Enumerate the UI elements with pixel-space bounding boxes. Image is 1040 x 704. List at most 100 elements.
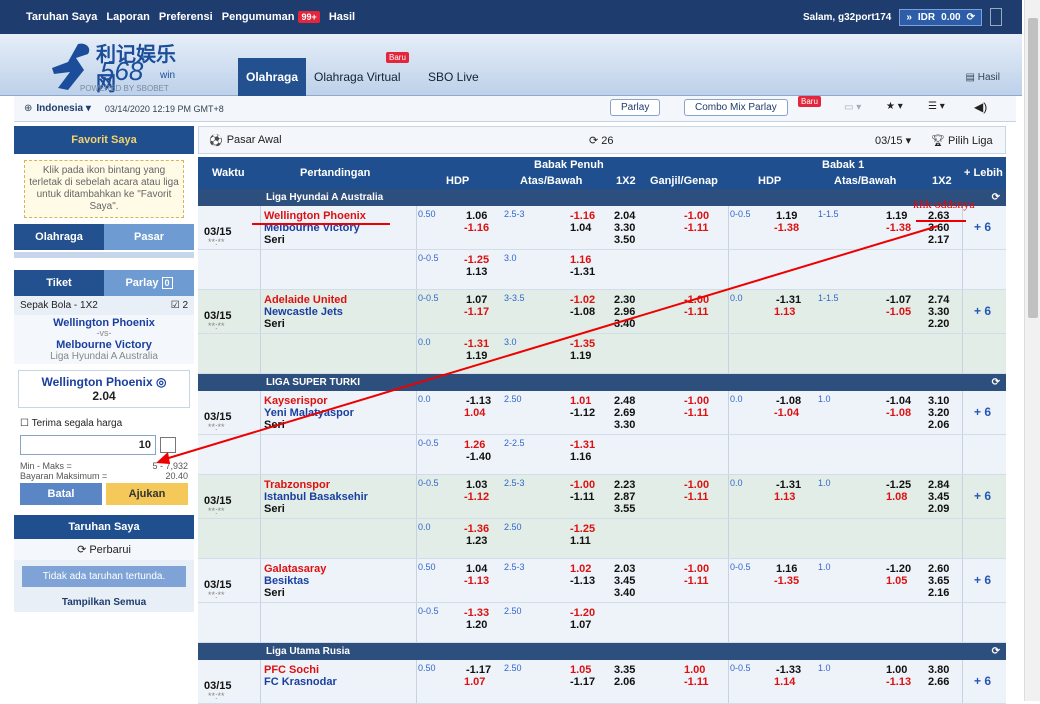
- h1-1x2-home[interactable]: 2.60: [928, 563, 949, 575]
- layout-menu-icon[interactable]: ☰ ▾: [928, 101, 945, 112]
- scroll-thumb[interactable]: [1028, 18, 1038, 318]
- h1-under[interactable]: -1.13: [886, 676, 911, 688]
- alt-under[interactable]: 1.19: [570, 350, 591, 362]
- h1-1x2-away[interactable]: 3.60: [928, 222, 949, 234]
- h1-hdp-away[interactable]: 1.13: [774, 306, 795, 318]
- 1x2-draw[interactable]: 3.40: [614, 587, 635, 599]
- match-count[interactable]: ⟳ 26: [589, 134, 614, 147]
- nav-taruhan-saya[interactable]: Taruhan Saya: [26, 11, 97, 23]
- odd-goals[interactable]: -1.00: [684, 563, 709, 575]
- h1-over[interactable]: -1.07: [886, 294, 911, 306]
- ajukan-button[interactable]: Ajukan: [106, 483, 188, 506]
- odd-goals[interactable]: -1.00: [684, 479, 709, 491]
- alt-under[interactable]: 1.16: [570, 451, 591, 463]
- h1-hdp-away[interactable]: -1.38: [774, 222, 799, 234]
- alt-hdp-away[interactable]: 1.19: [466, 350, 487, 362]
- nav-laporan[interactable]: Laporan: [106, 11, 149, 23]
- alt-hdp-away[interactable]: -1.40: [466, 451, 491, 463]
- sound-icon[interactable]: ◀): [974, 100, 987, 114]
- 1x2-home[interactable]: 2.30: [614, 294, 635, 306]
- alt-over[interactable]: 1.16: [570, 254, 591, 266]
- over-odds[interactable]: -1.16: [570, 210, 595, 222]
- h1-1x2-away[interactable]: 3.65: [928, 575, 949, 587]
- h1-1x2-home[interactable]: 2.63: [928, 210, 949, 222]
- tab-parlay[interactable]: Parlay 0: [104, 270, 194, 296]
- h1-under[interactable]: 1.08: [886, 491, 907, 503]
- h1-1x2-draw[interactable]: 2.17: [928, 234, 949, 246]
- 1x2-away[interactable]: 3.45: [614, 575, 635, 587]
- h1-under[interactable]: -1.08: [886, 407, 911, 419]
- h1-1x2-draw[interactable]: 2.20: [928, 318, 949, 330]
- logo[interactable]: 利记娱乐网 568 win POWERED BY SBOBET: [48, 38, 188, 96]
- over-odds[interactable]: 1.01: [570, 395, 591, 407]
- favorite-star-icon[interactable]: ★ ▾: [886, 101, 903, 112]
- 1x2-home[interactable]: 3.35: [614, 664, 635, 676]
- alt-hdp-home[interactable]: -1.36: [464, 523, 489, 535]
- tab-olahraga[interactable]: Olahraga: [238, 58, 307, 96]
- h1-hdp-away[interactable]: 1.14: [774, 676, 795, 688]
- h1-1x2-home[interactable]: 3.80: [928, 664, 949, 676]
- over-odds[interactable]: 1.05: [570, 664, 591, 676]
- h1-hdp-away[interactable]: -1.35: [774, 575, 799, 587]
- h1-1x2-draw[interactable]: 2.16: [928, 587, 949, 599]
- alt-under[interactable]: 1.07: [570, 619, 591, 631]
- tab-left-olahraga[interactable]: Olahraga: [14, 224, 104, 250]
- under-odds[interactable]: -1.12: [570, 407, 595, 419]
- h1-hdp-home[interactable]: -1.31: [776, 479, 801, 491]
- tab-sbo-live[interactable]: SBO Live: [420, 58, 487, 96]
- h1-over[interactable]: 1.19: [886, 210, 907, 222]
- 1x2-draw[interactable]: 3.30: [614, 419, 635, 431]
- 1x2-away[interactable]: 2.87: [614, 491, 635, 503]
- h1-1x2-away[interactable]: 3.30: [928, 306, 949, 318]
- stake-input[interactable]: 10: [20, 435, 156, 456]
- even-goals[interactable]: -1.11: [684, 575, 708, 587]
- 1x2-draw[interactable]: 3.40: [614, 318, 635, 330]
- hdp-home-odds[interactable]: -1.17: [466, 664, 491, 676]
- 1x2-draw[interactable]: 3.55: [614, 503, 635, 515]
- odd-goals[interactable]: 1.00: [684, 664, 705, 676]
- alt-over[interactable]: -1.20: [570, 607, 595, 619]
- tab-tiket[interactable]: Tiket: [14, 270, 104, 296]
- under-odds[interactable]: 1.04: [570, 222, 591, 234]
- under-odds[interactable]: -1.08: [570, 306, 595, 318]
- h1-under[interactable]: 1.05: [886, 575, 907, 587]
- user-menu-box[interactable]: [990, 8, 1002, 26]
- combo-mix-parlay-button[interactable]: Combo Mix Parlay: [684, 99, 788, 116]
- over-odds[interactable]: -1.02: [570, 294, 595, 306]
- h1-under[interactable]: -1.05: [886, 306, 911, 318]
- even-goals[interactable]: -1.11: [684, 676, 708, 688]
- h1-1x2-away[interactable]: 2.66: [928, 676, 949, 688]
- market-name[interactable]: Pasar Awal: [227, 134, 282, 146]
- 1x2-home[interactable]: 2.48: [614, 395, 635, 407]
- h1-over[interactable]: -1.04: [886, 395, 911, 407]
- hdp-home-odds[interactable]: 1.03: [466, 479, 487, 491]
- scrollbar[interactable]: [1024, 0, 1040, 701]
- h1-under[interactable]: -1.38: [886, 222, 911, 234]
- h1-1x2-draw[interactable]: 2.09: [928, 503, 949, 515]
- hdp-home-odds[interactable]: -1.13: [466, 395, 491, 407]
- under-odds[interactable]: -1.17: [570, 676, 595, 688]
- nav-pengumuman[interactable]: Pengumuman: [222, 11, 295, 23]
- h1-hdp-away[interactable]: -1.04: [774, 407, 799, 419]
- alt-under[interactable]: 1.11: [570, 535, 591, 547]
- alt-hdp-home[interactable]: -1.33: [464, 607, 489, 619]
- even-goals[interactable]: -1.11: [684, 222, 708, 234]
- refresh-icon[interactable]: ⟳: [992, 643, 1000, 660]
- h1-1x2-home[interactable]: 3.10: [928, 395, 949, 407]
- 1x2-home[interactable]: 2.04: [614, 210, 635, 222]
- h1-1x2-draw[interactable]: 2.06: [928, 419, 949, 431]
- alt-hdp-away[interactable]: 1.13: [466, 266, 487, 278]
- odd-goals[interactable]: -1.00: [684, 294, 709, 306]
- alt-hdp-home[interactable]: -1.25: [464, 254, 489, 266]
- accept-any-price[interactable]: ☐ Terima segala harga: [14, 414, 194, 433]
- show-all-link[interactable]: Tampilkan Semua: [14, 593, 194, 613]
- h1-over[interactable]: -1.20: [886, 563, 911, 575]
- batal-button[interactable]: Batal: [20, 483, 102, 506]
- alt-over[interactable]: -1.35: [570, 338, 595, 350]
- even-goals[interactable]: -1.11: [684, 407, 708, 419]
- refresh-icon[interactable]: ⟳: [992, 374, 1000, 391]
- refresh-bets[interactable]: ⟳ Perbarui: [14, 539, 194, 561]
- over-odds[interactable]: 1.02: [570, 563, 591, 575]
- 1x2-away[interactable]: 2.69: [614, 407, 635, 419]
- hdp-away-odds[interactable]: -1.13: [464, 575, 489, 587]
